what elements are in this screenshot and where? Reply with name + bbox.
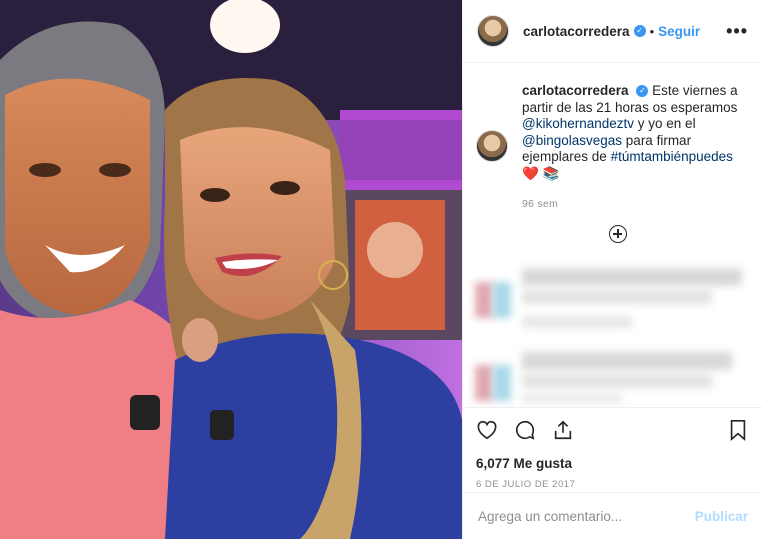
likes-count[interactable]: 6,077 Me gusta	[462, 446, 762, 471]
comment-input[interactable]	[476, 507, 695, 525]
load-more-comments-icon[interactable]	[609, 225, 627, 243]
blurred-comment-text	[522, 394, 622, 402]
follow-button[interactable]: Seguir	[658, 24, 700, 39]
separator-dot: •	[649, 23, 655, 39]
caption-avatar[interactable]	[476, 130, 508, 162]
post-photo[interactable]	[0, 0, 462, 539]
avatar[interactable]	[477, 15, 509, 47]
blurred-comment-text	[522, 374, 712, 388]
share-icon[interactable]	[552, 419, 574, 446]
caption: carlotacorredera ✓ Este viernes a partir…	[476, 83, 752, 213]
publish-button[interactable]: Publicar	[695, 509, 748, 524]
blurred-comment-text	[522, 352, 732, 370]
mention-kikohernandeztv[interactable]: @kikohernandeztv	[522, 116, 634, 131]
selfie-photo	[0, 0, 462, 539]
comment-icon[interactable]	[514, 419, 536, 446]
hashtag-link[interactable]: #túmtambiénpuedes	[611, 149, 733, 164]
heart-icon[interactable]	[476, 420, 498, 445]
blurred-comment-text	[522, 290, 712, 304]
bookmark-icon[interactable]	[728, 419, 748, 446]
caption-username[interactable]: carlotacorredera	[522, 83, 629, 98]
caption-emoji: ❤️ 📚	[522, 165, 560, 181]
comment-box: Publicar	[462, 492, 762, 539]
header-username[interactable]: carlotacorredera	[523, 24, 630, 39]
caption-text-2: y yo en el	[637, 116, 696, 131]
verified-badge-icon: ✓	[636, 85, 649, 98]
blurred-comment-text	[522, 316, 632, 328]
caption-text: carlotacorredera ✓ Este viernes a partir…	[522, 83, 752, 213]
action-icons	[462, 408, 762, 446]
blurred-comment	[475, 365, 511, 401]
caption-time[interactable]: 96 sem	[522, 196, 752, 213]
post-date: 6 DE JULIO DE 2017	[476, 479, 576, 490]
blurred-comment	[475, 282, 511, 318]
mention-bingolasvegas[interactable]: @bingolasvegas	[522, 133, 622, 148]
verified-badge-icon: ✓	[633, 25, 646, 37]
more-options-icon[interactable]: •••	[726, 21, 748, 42]
post-header: carlotacorredera ✓ • Seguir •••	[463, 0, 762, 63]
post-actions: 6,077 Me gusta 6 DE JULIO DE 2017	[462, 407, 762, 492]
blurred-comment-text	[522, 268, 742, 286]
